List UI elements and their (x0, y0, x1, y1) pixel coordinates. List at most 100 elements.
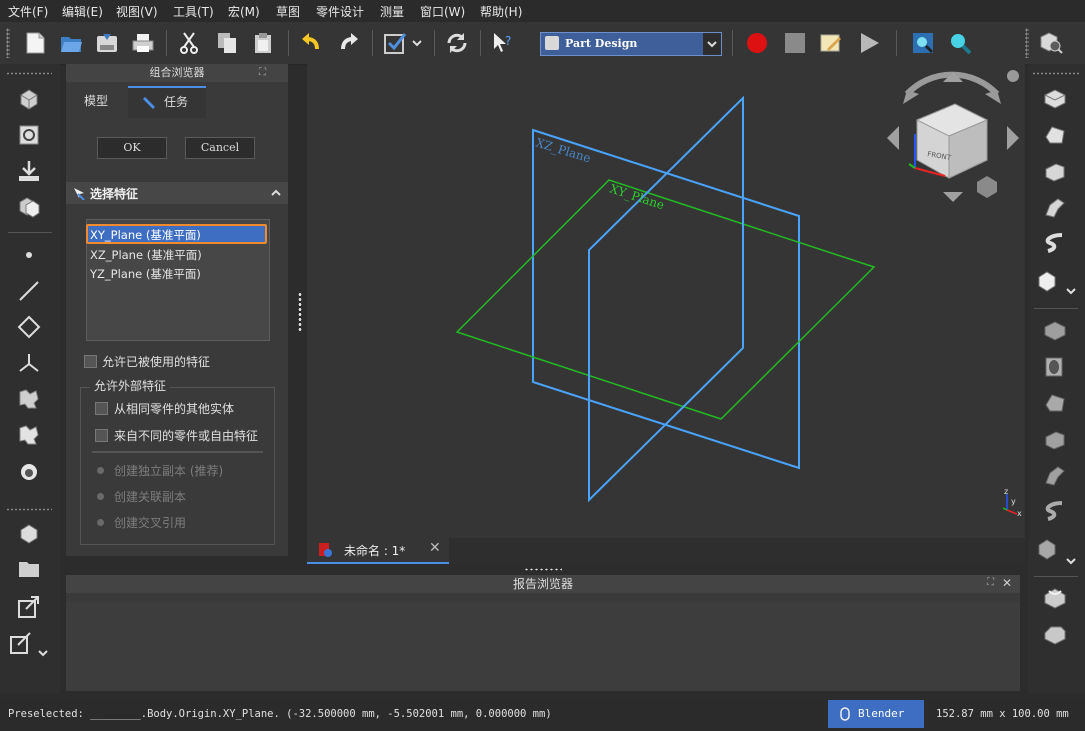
mouse-icon (840, 707, 850, 721)
menu-measure[interactable]: 测量 (380, 3, 404, 20)
chevron-down-icon[interactable] (408, 28, 426, 58)
group-folder-icon[interactable] (14, 554, 44, 584)
from-same-part-checkbox[interactable] (95, 402, 108, 415)
chevron-up-icon[interactable] (270, 188, 282, 198)
pad-icon[interactable] (1040, 84, 1070, 114)
additive-loft-icon[interactable] (1040, 156, 1070, 186)
menu-part-design[interactable]: 零件设计 (316, 3, 364, 20)
splitter-handle[interactable] (298, 292, 302, 332)
revolution-icon[interactable] (1040, 120, 1070, 150)
record-macro-icon[interactable] (742, 28, 772, 58)
navigation-cube[interactable]: FRONT (887, 70, 1019, 202)
cancel-button[interactable]: Cancel (185, 137, 255, 159)
report-view-title: 报告浏览器 (66, 575, 1020, 593)
tab-model[interactable]: 模型 (66, 86, 126, 116)
close-icon[interactable]: ✕ (429, 540, 441, 556)
ok-button[interactable]: OK (97, 137, 167, 159)
menu-tools[interactable]: 工具(T) (173, 3, 214, 20)
workbench-selector[interactable]: Part Design (540, 32, 722, 56)
from-other-part-checkbox[interactable] (95, 429, 108, 442)
allow-used-checkbox[interactable] (84, 355, 97, 368)
new-document-icon[interactable] (20, 28, 50, 58)
additive-helix-icon[interactable] (1040, 228, 1070, 258)
redo-icon[interactable] (334, 28, 364, 58)
fillet-icon[interactable] (1040, 582, 1070, 612)
menu-file[interactable]: 文件(F) (8, 3, 48, 20)
report-view-output[interactable] (66, 602, 1020, 691)
point-icon[interactable] (14, 240, 44, 270)
print-icon[interactable] (128, 28, 158, 58)
open-icon[interactable] (56, 28, 86, 58)
part-icon[interactable] (14, 518, 44, 548)
chamfer-icon[interactable] (1040, 618, 1070, 648)
clone-sheep-icon[interactable] (14, 458, 44, 488)
feature-list[interactable]: XY_Plane (基准平面) XZ_Plane (基准平面) YZ_Plane… (86, 219, 270, 341)
import-icon[interactable] (14, 156, 44, 186)
menu-view[interactable]: 视图(V) (116, 3, 158, 20)
subshape-binder-icon[interactable] (14, 420, 44, 450)
list-item-selected[interactable]: XY_Plane (基准平面) (86, 224, 267, 244)
independent-copy-radio (97, 467, 104, 474)
navigation-style-button[interactable]: Blender (828, 700, 924, 728)
shape-binder-2-icon[interactable] (14, 384, 44, 414)
subtractive-loft-icon[interactable] (1040, 424, 1070, 454)
horizontal-splitter-handle[interactable] (524, 568, 562, 571)
menu-edit[interactable]: 编辑(E) (62, 3, 103, 20)
menu-sketch[interactable]: 草图 (276, 3, 300, 20)
navigation-style-label: Blender (858, 707, 905, 720)
tab-document[interactable]: 未命名 : 1* ✕ (307, 538, 449, 564)
stop-macro-icon[interactable] (780, 28, 810, 58)
subtractive-helix-icon[interactable] (1040, 496, 1070, 526)
preselection-status: Preselected: ________.Body.Origin.XY_Pla… (8, 708, 552, 720)
select-feature-header[interactable]: 选择特征 (66, 182, 288, 204)
pocket-icon[interactable] (1040, 316, 1070, 346)
chevron-down-icon[interactable] (34, 638, 52, 668)
tab-tasks[interactable]: 任务 (128, 86, 206, 118)
chevron-down-icon[interactable] (1062, 276, 1080, 306)
line-icon[interactable] (14, 276, 44, 306)
cut-icon[interactable] (174, 28, 204, 58)
undo-icon[interactable] (296, 28, 326, 58)
zoom-select-icon[interactable] (945, 28, 975, 58)
body-icon[interactable] (14, 84, 44, 114)
hole-icon[interactable] (1040, 352, 1070, 382)
link-actions-icon[interactable] (6, 628, 36, 658)
menu-help[interactable]: 帮助(H) (480, 3, 522, 20)
subtractive-pipe-icon[interactable] (1040, 460, 1070, 490)
chevron-down-icon[interactable] (1062, 546, 1080, 576)
additive-primitive-icon[interactable] (1032, 266, 1062, 296)
subtractive-primitive-icon[interactable] (1032, 534, 1062, 564)
allow-used-label: 允许已被使用的特征 (102, 355, 211, 369)
whats-this-icon[interactable]: ? (488, 28, 518, 58)
clone-icon[interactable] (14, 192, 44, 222)
groove-icon[interactable] (1040, 388, 1070, 418)
save-icon[interactable] (92, 28, 122, 58)
shape-binder-icon[interactable] (14, 120, 44, 150)
menu-window[interactable]: 窗口(W) (420, 3, 465, 20)
copy-icon[interactable] (212, 28, 242, 58)
xy-plane[interactable] (455, 179, 876, 420)
menu-macro[interactable]: 宏(M) (228, 3, 260, 20)
yz-plane[interactable] (588, 95, 744, 503)
3d-viewport[interactable]: XZ_Plane XY_Plane FRONT z y x (307, 64, 1025, 538)
close-icon[interactable]: ✕ (1002, 576, 1012, 590)
list-item[interactable]: YZ_Plane (基准平面) (90, 266, 201, 282)
additive-pipe-icon[interactable] (1040, 192, 1070, 222)
view-menu-icon (1007, 70, 1019, 82)
edit-macro-icon[interactable] (816, 28, 846, 58)
local-coordinate-system-icon[interactable] (14, 348, 44, 378)
run-macro-icon[interactable] (854, 28, 884, 58)
refresh-icon[interactable] (442, 28, 472, 58)
float-panel-icon[interactable]: ⛶ (987, 577, 994, 588)
measure-icon[interactable] (1036, 28, 1066, 58)
zoom-fit-icon[interactable] (908, 28, 938, 58)
check-icon[interactable] (380, 28, 410, 58)
plane-icon[interactable] (14, 312, 44, 342)
list-item[interactable]: XZ_Plane (基准平面) (90, 247, 202, 263)
arrow-right-icon (1007, 126, 1019, 150)
svg-text:y: y (1011, 497, 1016, 506)
paste-icon[interactable] (248, 28, 278, 58)
float-panel-icon[interactable]: ⛶ (259, 67, 266, 78)
link-icon[interactable] (14, 592, 44, 622)
xz-plane[interactable] (532, 128, 800, 470)
